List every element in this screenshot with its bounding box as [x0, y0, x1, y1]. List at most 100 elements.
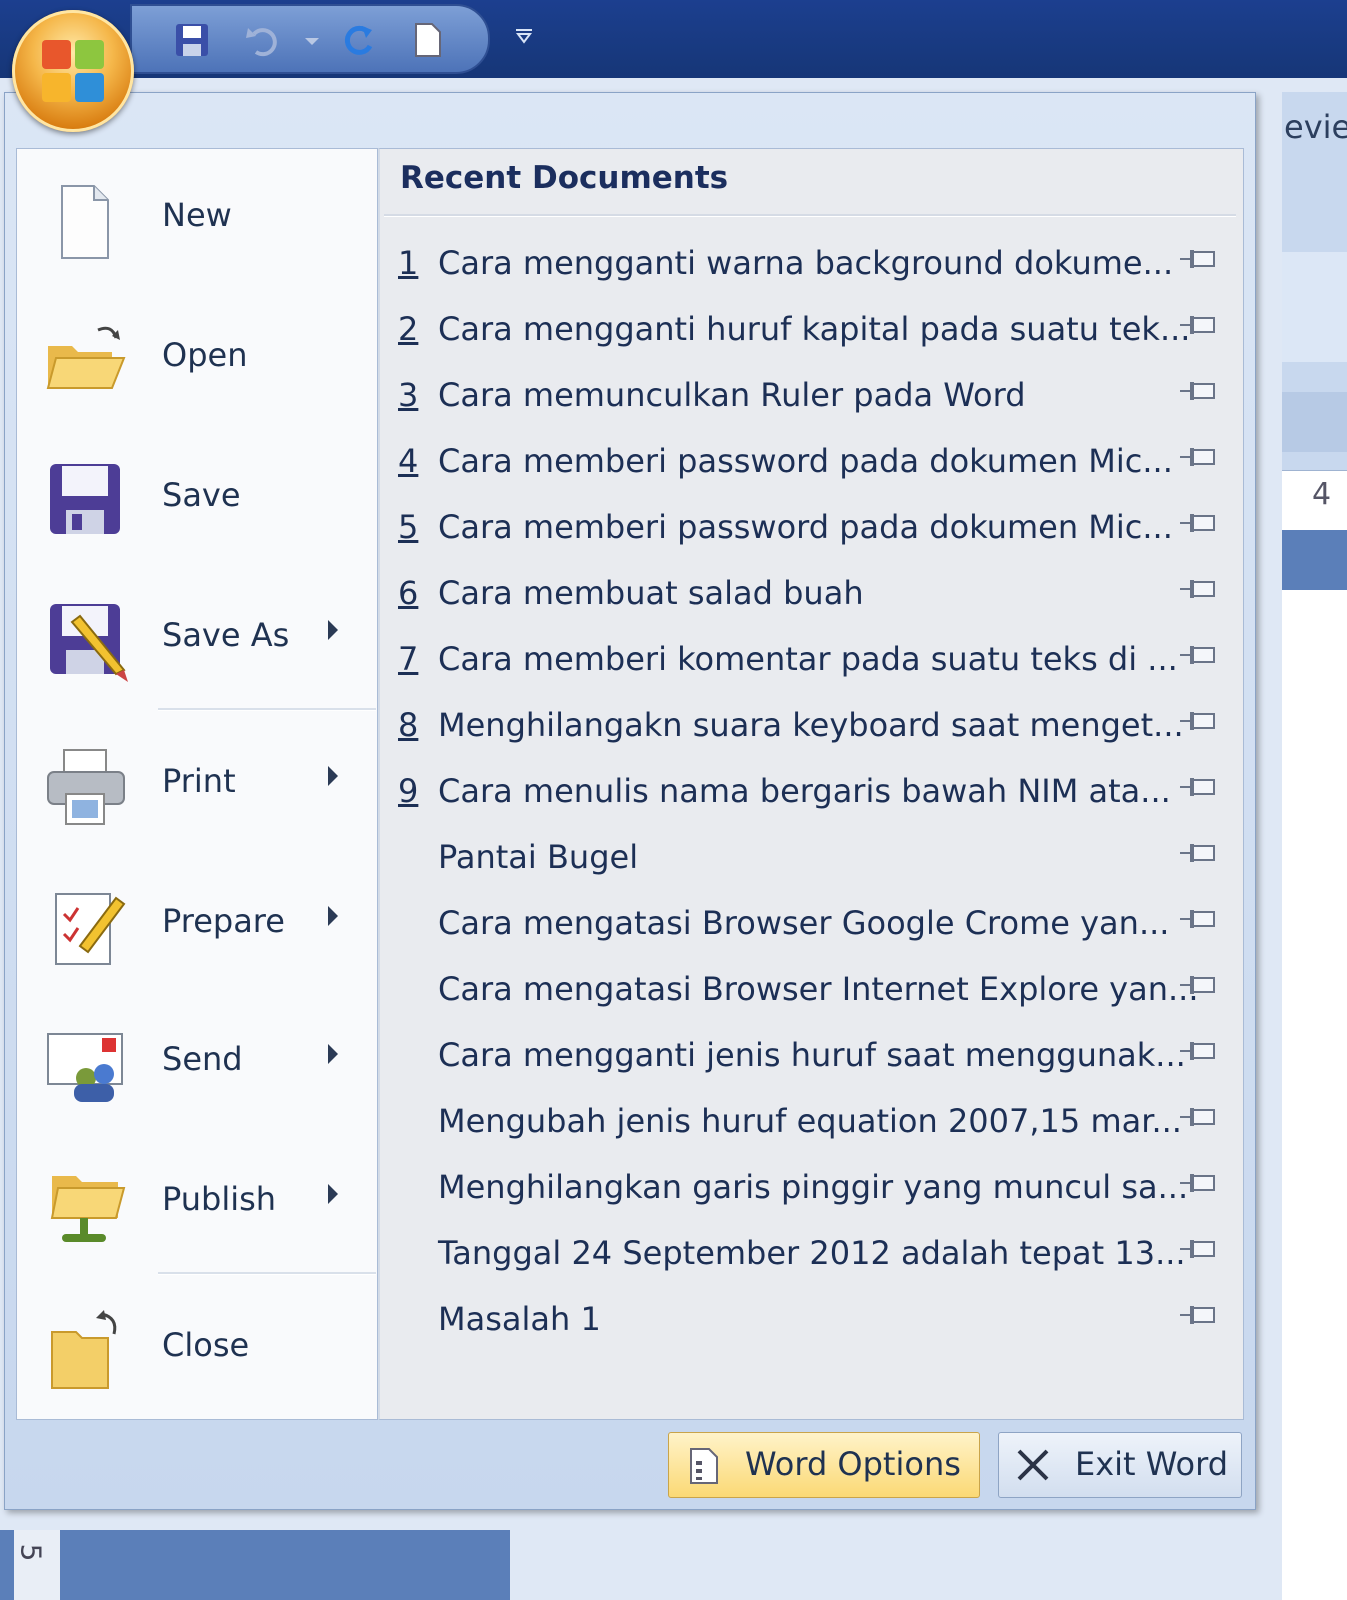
- recent-document-name: Cara mengganti huruf kapital pada suatu …: [438, 310, 1191, 348]
- menu-item-open[interactable]: Open: [20, 296, 360, 416]
- recent-document-item[interactable]: Menghilangkan garis pinggir yang muncul …: [384, 1158, 1236, 1218]
- customize-dropdown-icon[interactable]: [512, 22, 536, 53]
- pin-icon[interactable]: [1178, 506, 1218, 540]
- new-document-icon: [42, 178, 128, 264]
- recent-document-name: Cara mengatasi Browser Google Crome yan.…: [438, 904, 1170, 942]
- recent-document-number: 4: [398, 442, 419, 480]
- recent-document-name: Pantai Bugel: [438, 838, 639, 876]
- pin-icon[interactable]: [1178, 1298, 1218, 1332]
- recent-document-item[interactable]: Masalah 1: [384, 1290, 1236, 1350]
- menu-item-label: Save: [162, 476, 241, 514]
- pin-icon[interactable]: [1178, 572, 1218, 606]
- recent-documents-divider: [384, 214, 1236, 217]
- recent-document-item[interactable]: 3 Cara memunculkan Ruler pada Word: [384, 366, 1236, 426]
- recent-document-item[interactable]: 7 Cara memberi komentar pada suatu teks d…: [384, 630, 1236, 690]
- printer-icon: [42, 744, 128, 830]
- menu-item-save-as[interactable]: Save As: [20, 576, 360, 696]
- pin-icon[interactable]: [1178, 1166, 1218, 1200]
- recent-document-name: Masalah 1: [438, 1300, 601, 1338]
- menu-item-publish[interactable]: Publish: [20, 1140, 360, 1260]
- word-options-button[interactable]: Word Options: [668, 1432, 980, 1498]
- recent-document-item[interactable]: Tanggal 24 September 2012 adalah tepat 1…: [384, 1224, 1236, 1284]
- menu-separator: [158, 708, 376, 711]
- save-icon[interactable]: [172, 20, 212, 69]
- recent-document-name: Cara mengganti jenis huruf saat mengguna…: [438, 1036, 1186, 1074]
- pin-icon[interactable]: [1178, 1034, 1218, 1068]
- submenu-arrow-icon: [328, 620, 338, 640]
- recent-document-item[interactable]: 9 Cara menulis nama bergaris bawah NIM at…: [384, 762, 1236, 822]
- tab-review-fragment[interactable]: eview: [1284, 108, 1347, 146]
- recent-document-item[interactable]: Cara mengganti jenis huruf saat mengguna…: [384, 1026, 1236, 1086]
- menu-item-print[interactable]: Print: [20, 722, 360, 842]
- pin-icon[interactable]: [1178, 308, 1218, 342]
- recent-document-name: Cara mengatasi Browser Internet Explore …: [438, 970, 1199, 1008]
- submenu-arrow-icon: [328, 766, 338, 786]
- new-document-icon[interactable]: [408, 20, 448, 69]
- recent-document-item[interactable]: 4 Cara memberi password pada dokumen Mic.…: [384, 432, 1236, 492]
- recent-document-name: Menghilangkan garis pinggir yang muncul …: [438, 1168, 1189, 1206]
- recent-document-name: Cara menulis nama bergaris bawah NIM ata…: [438, 772, 1171, 810]
- options-icon: [687, 1447, 721, 1489]
- menu-item-new[interactable]: New: [20, 156, 360, 276]
- recent-document-item[interactable]: 8 Menghilangakn suara keyboard saat menge…: [384, 696, 1236, 756]
- ribbon-band: [1282, 252, 1347, 362]
- menu-item-send[interactable]: Send: [20, 1000, 360, 1120]
- recent-document-name: Cara memberi password pada dokumen Mic..…: [438, 442, 1173, 480]
- recent-document-item[interactable]: 1 Cara mengganti warna background dokume.…: [384, 234, 1236, 294]
- recent-document-name: Tanggal 24 September 2012 adalah tepat 1…: [438, 1234, 1186, 1272]
- close-folder-icon: [42, 1308, 128, 1394]
- pin-icon[interactable]: [1178, 968, 1218, 1002]
- recent-document-item[interactable]: 2 Cara mengganti huruf kapital pada suatu…: [384, 300, 1236, 360]
- pin-icon[interactable]: [1178, 770, 1218, 804]
- send-icon: [42, 1022, 128, 1108]
- menu-item-label: Send: [162, 1040, 243, 1078]
- recent-document-number: 5: [398, 508, 419, 546]
- menu-item-label: New: [162, 196, 232, 234]
- recent-document-item[interactable]: Cara mengatasi Browser Google Crome yan.…: [384, 894, 1236, 954]
- redo-icon[interactable]: [340, 20, 380, 69]
- pin-icon[interactable]: [1178, 242, 1218, 276]
- submenu-arrow-icon: [328, 1184, 338, 1204]
- quick-access-toolbar: [130, 4, 490, 74]
- close-icon: [1015, 1447, 1051, 1487]
- recent-document-number: 7: [398, 640, 419, 678]
- menu-item-save[interactable]: Save: [20, 436, 360, 556]
- recent-document-name: Mengubah jenis huruf equation 2007,15 ma…: [438, 1102, 1182, 1140]
- save-icon: [42, 458, 128, 544]
- office-button[interactable]: [12, 10, 134, 132]
- recent-document-item[interactable]: 6 Cara membuat salad buah: [384, 564, 1236, 624]
- recent-document-number: 2: [398, 310, 419, 348]
- recent-document-number: 1: [398, 244, 419, 282]
- publish-icon: [42, 1162, 128, 1248]
- exit-word-button[interactable]: Exit Word: [998, 1432, 1242, 1498]
- recent-document-item[interactable]: Cara mengatasi Browser Internet Explore …: [384, 960, 1236, 1020]
- pin-icon[interactable]: [1178, 902, 1218, 936]
- menu-item-close[interactable]: Close: [20, 1286, 360, 1406]
- pin-icon[interactable]: [1178, 374, 1218, 408]
- recent-document-number: 6: [398, 574, 419, 612]
- undo-dropdown-icon[interactable]: [292, 20, 332, 69]
- recent-documents-title: Recent Documents: [400, 160, 729, 196]
- save-as-icon: [42, 598, 128, 684]
- vertical-ruler-mark: 5: [14, 1543, 48, 1562]
- pin-icon[interactable]: [1178, 836, 1218, 870]
- recent-document-item[interactable]: Mengubah jenis huruf equation 2007,15 ma…: [384, 1092, 1236, 1152]
- recent-document-item[interactable]: 5 Cara memberi password pada dokumen Mic.…: [384, 498, 1236, 558]
- recent-document-number: 9: [398, 772, 419, 810]
- pin-icon[interactable]: [1178, 1100, 1218, 1134]
- recent-document-item[interactable]: Pantai Bugel: [384, 828, 1236, 888]
- vertical-ruler: 5: [14, 1530, 60, 1600]
- open-folder-icon: [42, 318, 128, 404]
- recent-document-name: Cara memunculkan Ruler pada Word: [438, 376, 1026, 414]
- menu-separator: [158, 1272, 376, 1275]
- pin-icon[interactable]: [1178, 638, 1218, 672]
- pin-icon[interactable]: [1178, 1232, 1218, 1266]
- menu-item-prepare[interactable]: Prepare: [20, 862, 360, 982]
- ruler-mark: 4: [1312, 477, 1332, 512]
- ribbon-band-lower: [1282, 392, 1347, 452]
- recent-document-number: 8: [398, 706, 419, 744]
- pin-icon[interactable]: [1178, 704, 1218, 738]
- menu-item-label: Open: [162, 336, 248, 374]
- undo-icon[interactable]: [242, 20, 282, 69]
- pin-icon[interactable]: [1178, 440, 1218, 474]
